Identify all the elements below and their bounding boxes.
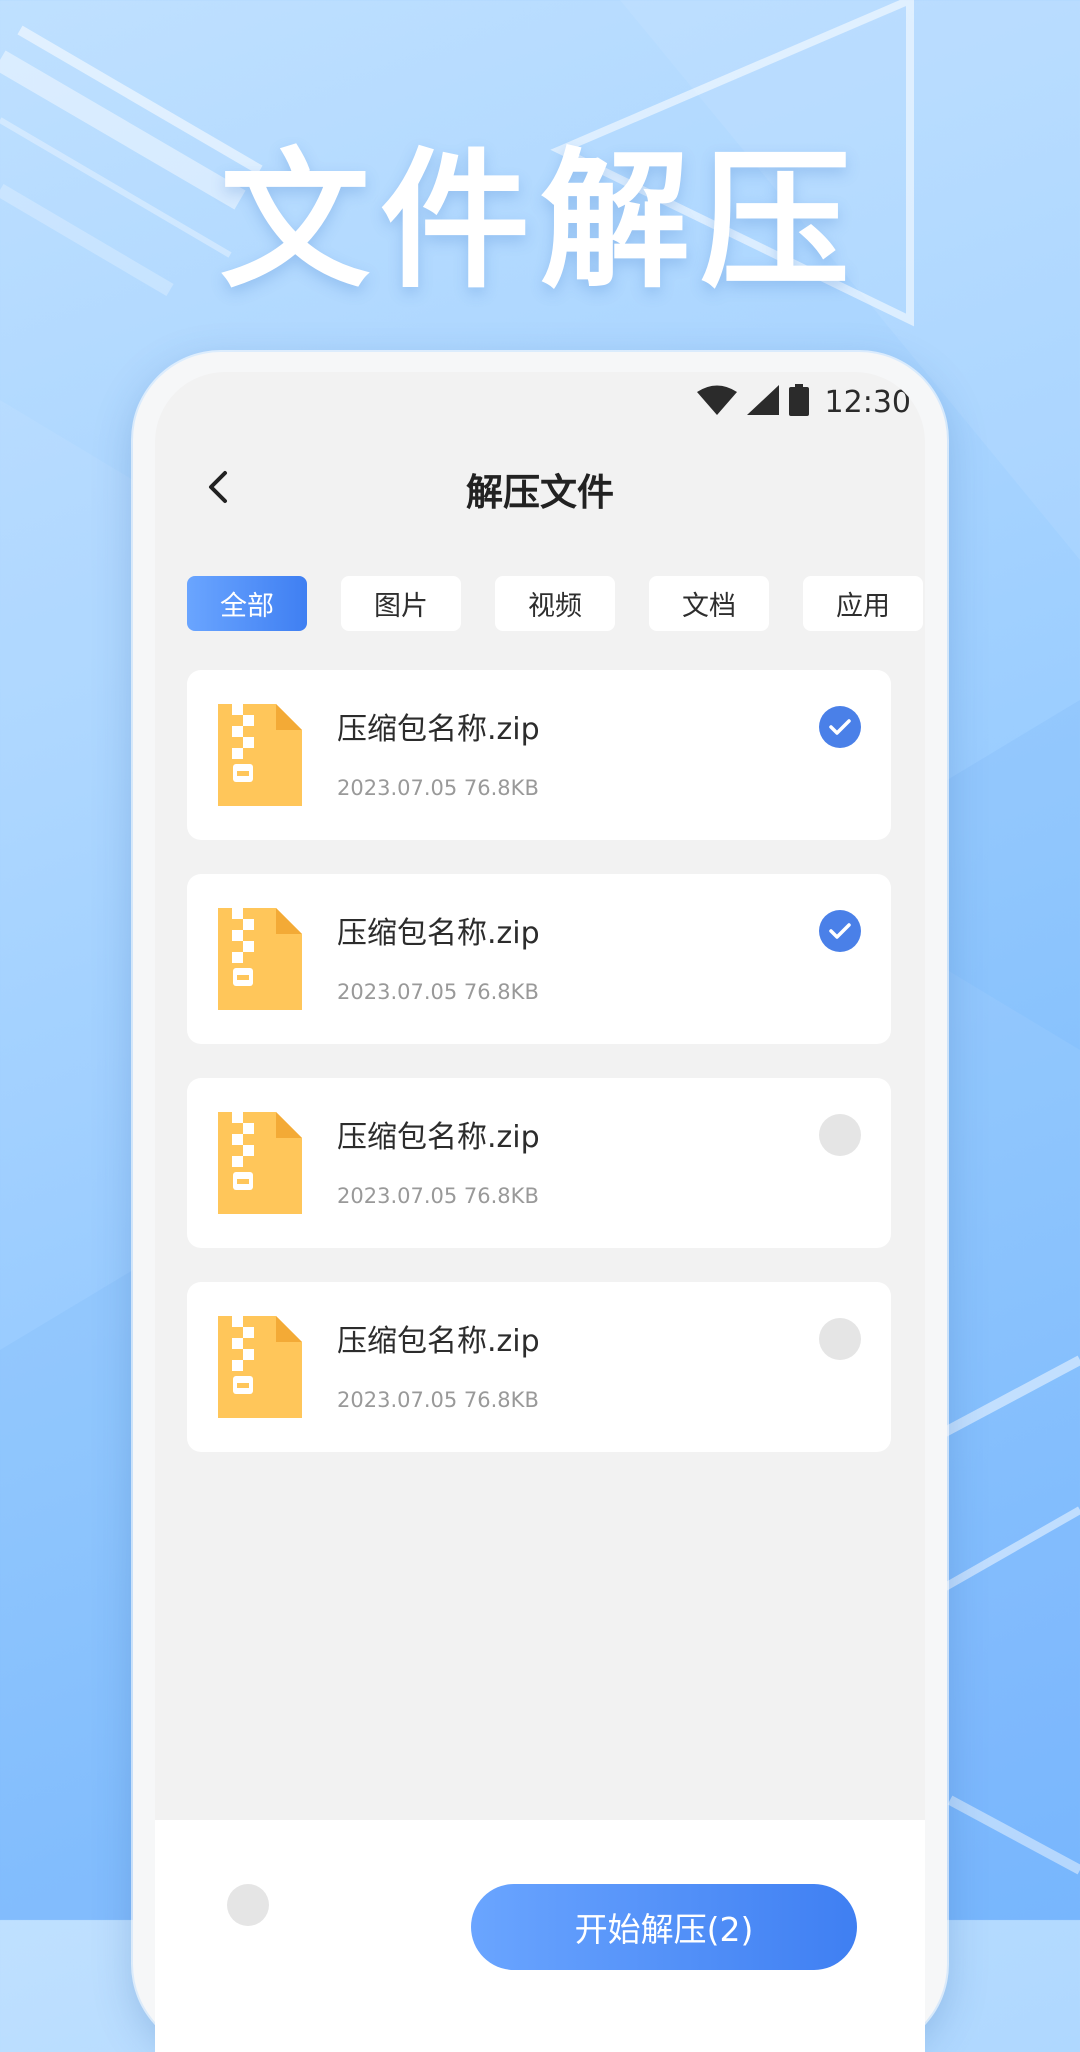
- wifi-icon: [696, 385, 737, 419]
- file-checkbox[interactable]: [819, 706, 861, 748]
- zip-file-icon: [218, 704, 302, 806]
- tab-images[interactable]: 图片: [341, 576, 461, 631]
- file-list-item[interactable]: 压缩包名称.zip 2023.07.05 76.8KB: [187, 1282, 891, 1452]
- file-name: 压缩包名称.zip: [337, 712, 540, 747]
- tab-apps[interactable]: 应用: [803, 576, 923, 631]
- file-meta: 2023.07.05 76.8KB: [337, 1388, 539, 1412]
- file-list: 压缩包名称.zip 2023.07.05 76.8KB 压缩包名称.zip 20…: [187, 670, 891, 1486]
- signal-icon: [746, 385, 779, 419]
- phone-screen: 12:30 解压文件 全部 图片 视频 文档 应用 压缩包名称.zip 2023…: [155, 372, 925, 2052]
- file-name: 压缩包名称.zip: [337, 1324, 540, 1359]
- file-checkbox[interactable]: [819, 1318, 861, 1360]
- file-checkbox[interactable]: [819, 1114, 861, 1156]
- status-time: 12:30: [824, 384, 911, 420]
- file-meta: 2023.07.05 76.8KB: [337, 776, 539, 800]
- status-bar: 12:30: [696, 372, 911, 432]
- nav-bar: 解压文件: [155, 452, 925, 522]
- file-meta: 2023.07.05 76.8KB: [337, 1184, 539, 1208]
- zip-file-icon: [218, 1316, 302, 1418]
- file-name: 压缩包名称.zip: [337, 1120, 540, 1155]
- tab-all[interactable]: 全部: [187, 576, 307, 631]
- category-tabs: 全部 图片 视频 文档 应用: [187, 576, 925, 631]
- file-meta: 2023.07.05 76.8KB: [337, 980, 539, 1004]
- file-list-item[interactable]: 压缩包名称.zip 2023.07.05 76.8KB: [187, 874, 891, 1044]
- file-list-item[interactable]: 压缩包名称.zip 2023.07.05 76.8KB: [187, 670, 891, 840]
- zip-file-icon: [218, 1112, 302, 1214]
- zip-file-icon: [218, 908, 302, 1010]
- file-list-item[interactable]: 压缩包名称.zip 2023.07.05 76.8KB: [187, 1078, 891, 1248]
- file-checkbox[interactable]: [819, 910, 861, 952]
- file-name: 压缩包名称.zip: [337, 916, 540, 951]
- phone-mockup: 12:30 解压文件 全部 图片 视频 文档 应用 压缩包名称.zip 2023…: [133, 352, 947, 2052]
- page-title: 解压文件: [466, 471, 614, 514]
- tab-documents[interactable]: 文档: [649, 576, 769, 631]
- start-extract-button[interactable]: 开始解压(2): [471, 1884, 857, 1970]
- tab-videos[interactable]: 视频: [495, 576, 615, 631]
- check-icon: [829, 719, 851, 735]
- battery-icon: [788, 384, 809, 420]
- bottom-action-bar: 开始解压(2): [155, 1820, 925, 2052]
- check-icon: [829, 923, 851, 939]
- promo-title: 文件解压: [219, 135, 860, 309]
